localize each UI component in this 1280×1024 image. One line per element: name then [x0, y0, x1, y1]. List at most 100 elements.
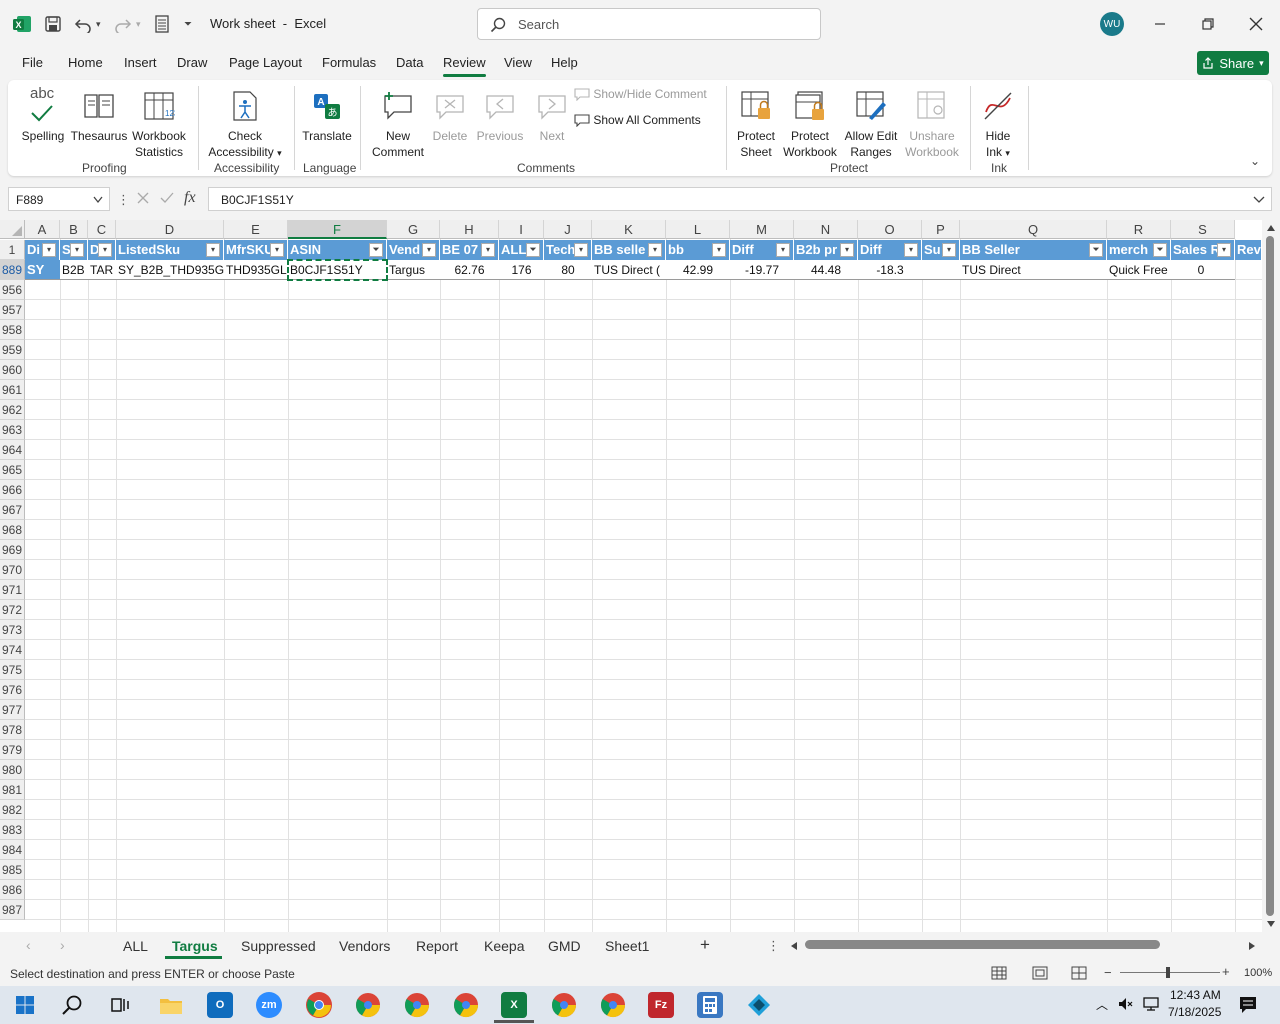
row-header[interactable]: 977 [0, 700, 25, 720]
table-header-cell[interactable]: BB Seller ⏷ [960, 240, 1107, 260]
row-header[interactable]: 974 [0, 640, 25, 660]
zoom-app-icon[interactable]: zm [256, 992, 282, 1018]
unshare-workbook-button[interactable]: Unshare Workbook [902, 84, 962, 160]
clock-date[interactable]: 7/18/2025 [1168, 1005, 1221, 1019]
data-cell[interactable]: B2B [60, 260, 88, 280]
sheet-tab-keepa[interactable]: Keepa [484, 938, 524, 954]
row-header[interactable]: 984 [0, 840, 25, 860]
row-header[interactable]: 981 [0, 780, 25, 800]
data-cell[interactable]: 80 [544, 260, 592, 280]
cancel-formula-icon[interactable] [136, 191, 150, 208]
avatar[interactable]: WU [1100, 12, 1124, 36]
form-icon[interactable] [154, 12, 170, 36]
row-header[interactable]: 983 [0, 820, 25, 840]
undo-icon[interactable] [74, 12, 92, 36]
zoom-slider[interactable] [1120, 972, 1220, 973]
row-header[interactable]: 970 [0, 560, 25, 580]
share-button[interactable]: Share ▾ [1197, 51, 1269, 75]
more-options-icon[interactable]: ⋮ [117, 192, 130, 208]
protect-sheet-button[interactable]: Protect Sheet [732, 84, 780, 160]
horizontal-scroll-thumb[interactable] [805, 940, 1160, 949]
table-header-cell[interactable]: bb ▾ [666, 240, 730, 260]
data-cell[interactable]: 176 [499, 260, 544, 280]
thesaurus-button[interactable]: Thesaurus [70, 84, 128, 144]
vertical-scrollbar[interactable] [1262, 220, 1280, 932]
data-cell[interactable]: SY_B2B_THD935G [116, 260, 224, 280]
table-header-cell[interactable]: BE 07 ▾ [440, 240, 499, 260]
system-tray-expand-icon[interactable]: ︿ [1096, 996, 1108, 1013]
table-header-cell[interactable]: Diff ▾ [858, 240, 922, 260]
enter-formula-icon[interactable] [159, 191, 175, 208]
column-header-a[interactable]: A [25, 220, 60, 239]
save-icon[interactable] [44, 12, 62, 36]
data-cell[interactable]: -18.3 [858, 260, 922, 280]
filter-dropdown-icon[interactable]: ▾ [206, 243, 220, 257]
calculator-icon[interactable] [697, 992, 723, 1018]
row-header[interactable]: 966 [0, 480, 25, 500]
zoom-level[interactable]: 100% [1244, 967, 1272, 979]
close-icon[interactable] [1244, 12, 1268, 36]
column-header-s[interactable]: S [1171, 220, 1235, 239]
normal-view-icon[interactable] [991, 966, 1007, 983]
file-explorer-icon[interactable] [158, 992, 184, 1018]
table-header-cell[interactable]: ListedSku ▾ [116, 240, 224, 260]
row-header[interactable]: 960 [0, 360, 25, 380]
row-header[interactable]: 987 [0, 900, 25, 920]
row-header[interactable]: 958 [0, 320, 25, 340]
tab-draw[interactable]: Draw [177, 55, 207, 70]
tab-file[interactable]: File [22, 55, 43, 70]
column-header-e[interactable]: E [224, 220, 288, 239]
row-header[interactable]: 973 [0, 620, 25, 640]
sheet-tab-all[interactable]: ALL [123, 938, 148, 954]
row-header[interactable]: 963 [0, 420, 25, 440]
page-layout-view-icon[interactable] [1032, 966, 1048, 983]
row-header[interactable]: 968 [0, 520, 25, 540]
tab-data[interactable]: Data [396, 55, 423, 70]
taskbar-search-icon[interactable] [59, 992, 85, 1018]
show-all-comments-button[interactable]: Show All Comments [574, 112, 714, 128]
row-header[interactable]: 979 [0, 740, 25, 760]
table-header-cell[interactable]: ALL ⏷ [499, 240, 544, 260]
row-header[interactable]: 962 [0, 400, 25, 420]
table-header-cell[interactable]: Diff ▾ [730, 240, 794, 260]
tab-view[interactable]: View [504, 55, 532, 70]
data-cell[interactable]: 0 [1171, 260, 1235, 280]
task-view-icon[interactable] [107, 992, 133, 1018]
sheet-tab-gmd[interactable]: GMD [548, 938, 581, 954]
sheet-tab-targus[interactable]: Targus [172, 938, 218, 954]
redo-dropdown-icon[interactable]: ▾ [136, 12, 141, 36]
column-header-k[interactable]: K [592, 220, 666, 239]
column-header-p[interactable]: P [922, 220, 960, 239]
column-header-n[interactable]: N [794, 220, 858, 239]
protect-workbook-button[interactable]: Protect Workbook [780, 84, 840, 160]
notifications-icon[interactable] [1238, 995, 1258, 1018]
column-header-q[interactable]: Q [960, 220, 1107, 239]
chrome-icon[interactable] [306, 992, 332, 1018]
scroll-left-icon[interactable] [790, 941, 798, 951]
row-header[interactable]: 986 [0, 880, 25, 900]
data-cell[interactable]: TAR [88, 260, 116, 280]
scroll-tabs-right-icon[interactable]: › [60, 937, 65, 953]
clock-time[interactable]: 12:43 AM [1170, 988, 1221, 1002]
filter-dropdown-icon[interactable]: ▾ [1217, 243, 1231, 257]
row-header[interactable]: 959 [0, 340, 25, 360]
column-header-c[interactable]: C [88, 220, 116, 239]
data-cell[interactable]: 44.48 [794, 260, 858, 280]
filter-dropdown-icon[interactable]: ▾ [776, 243, 790, 257]
filter-active-icon[interactable]: ⏷ [1089, 243, 1103, 257]
chrome-profile-icon[interactable] [551, 992, 577, 1018]
page-break-view-icon[interactable] [1071, 966, 1087, 983]
windows-start-icon[interactable] [12, 992, 38, 1018]
data-cell[interactable]: Targus [387, 260, 440, 280]
allow-edit-ranges-button[interactable]: Allow Edit Ranges [840, 84, 902, 160]
table-header-cell[interactable]: Sales R ▾ [1171, 240, 1235, 260]
row-header[interactable]: 978 [0, 720, 25, 740]
excel-taskbar-icon[interactable]: X [501, 992, 527, 1018]
tab-insert[interactable]: Insert [124, 55, 157, 70]
table-header-cell[interactable]: ASIN ⏷ [288, 240, 387, 260]
more-sheets-icon[interactable]: ⋮ [767, 938, 780, 954]
tab-review[interactable]: Review [443, 55, 486, 70]
column-header-l[interactable]: L [666, 220, 730, 239]
table-header-cell[interactable]: Di ▾ [25, 240, 60, 260]
add-sheet-button[interactable]: + [700, 935, 710, 955]
